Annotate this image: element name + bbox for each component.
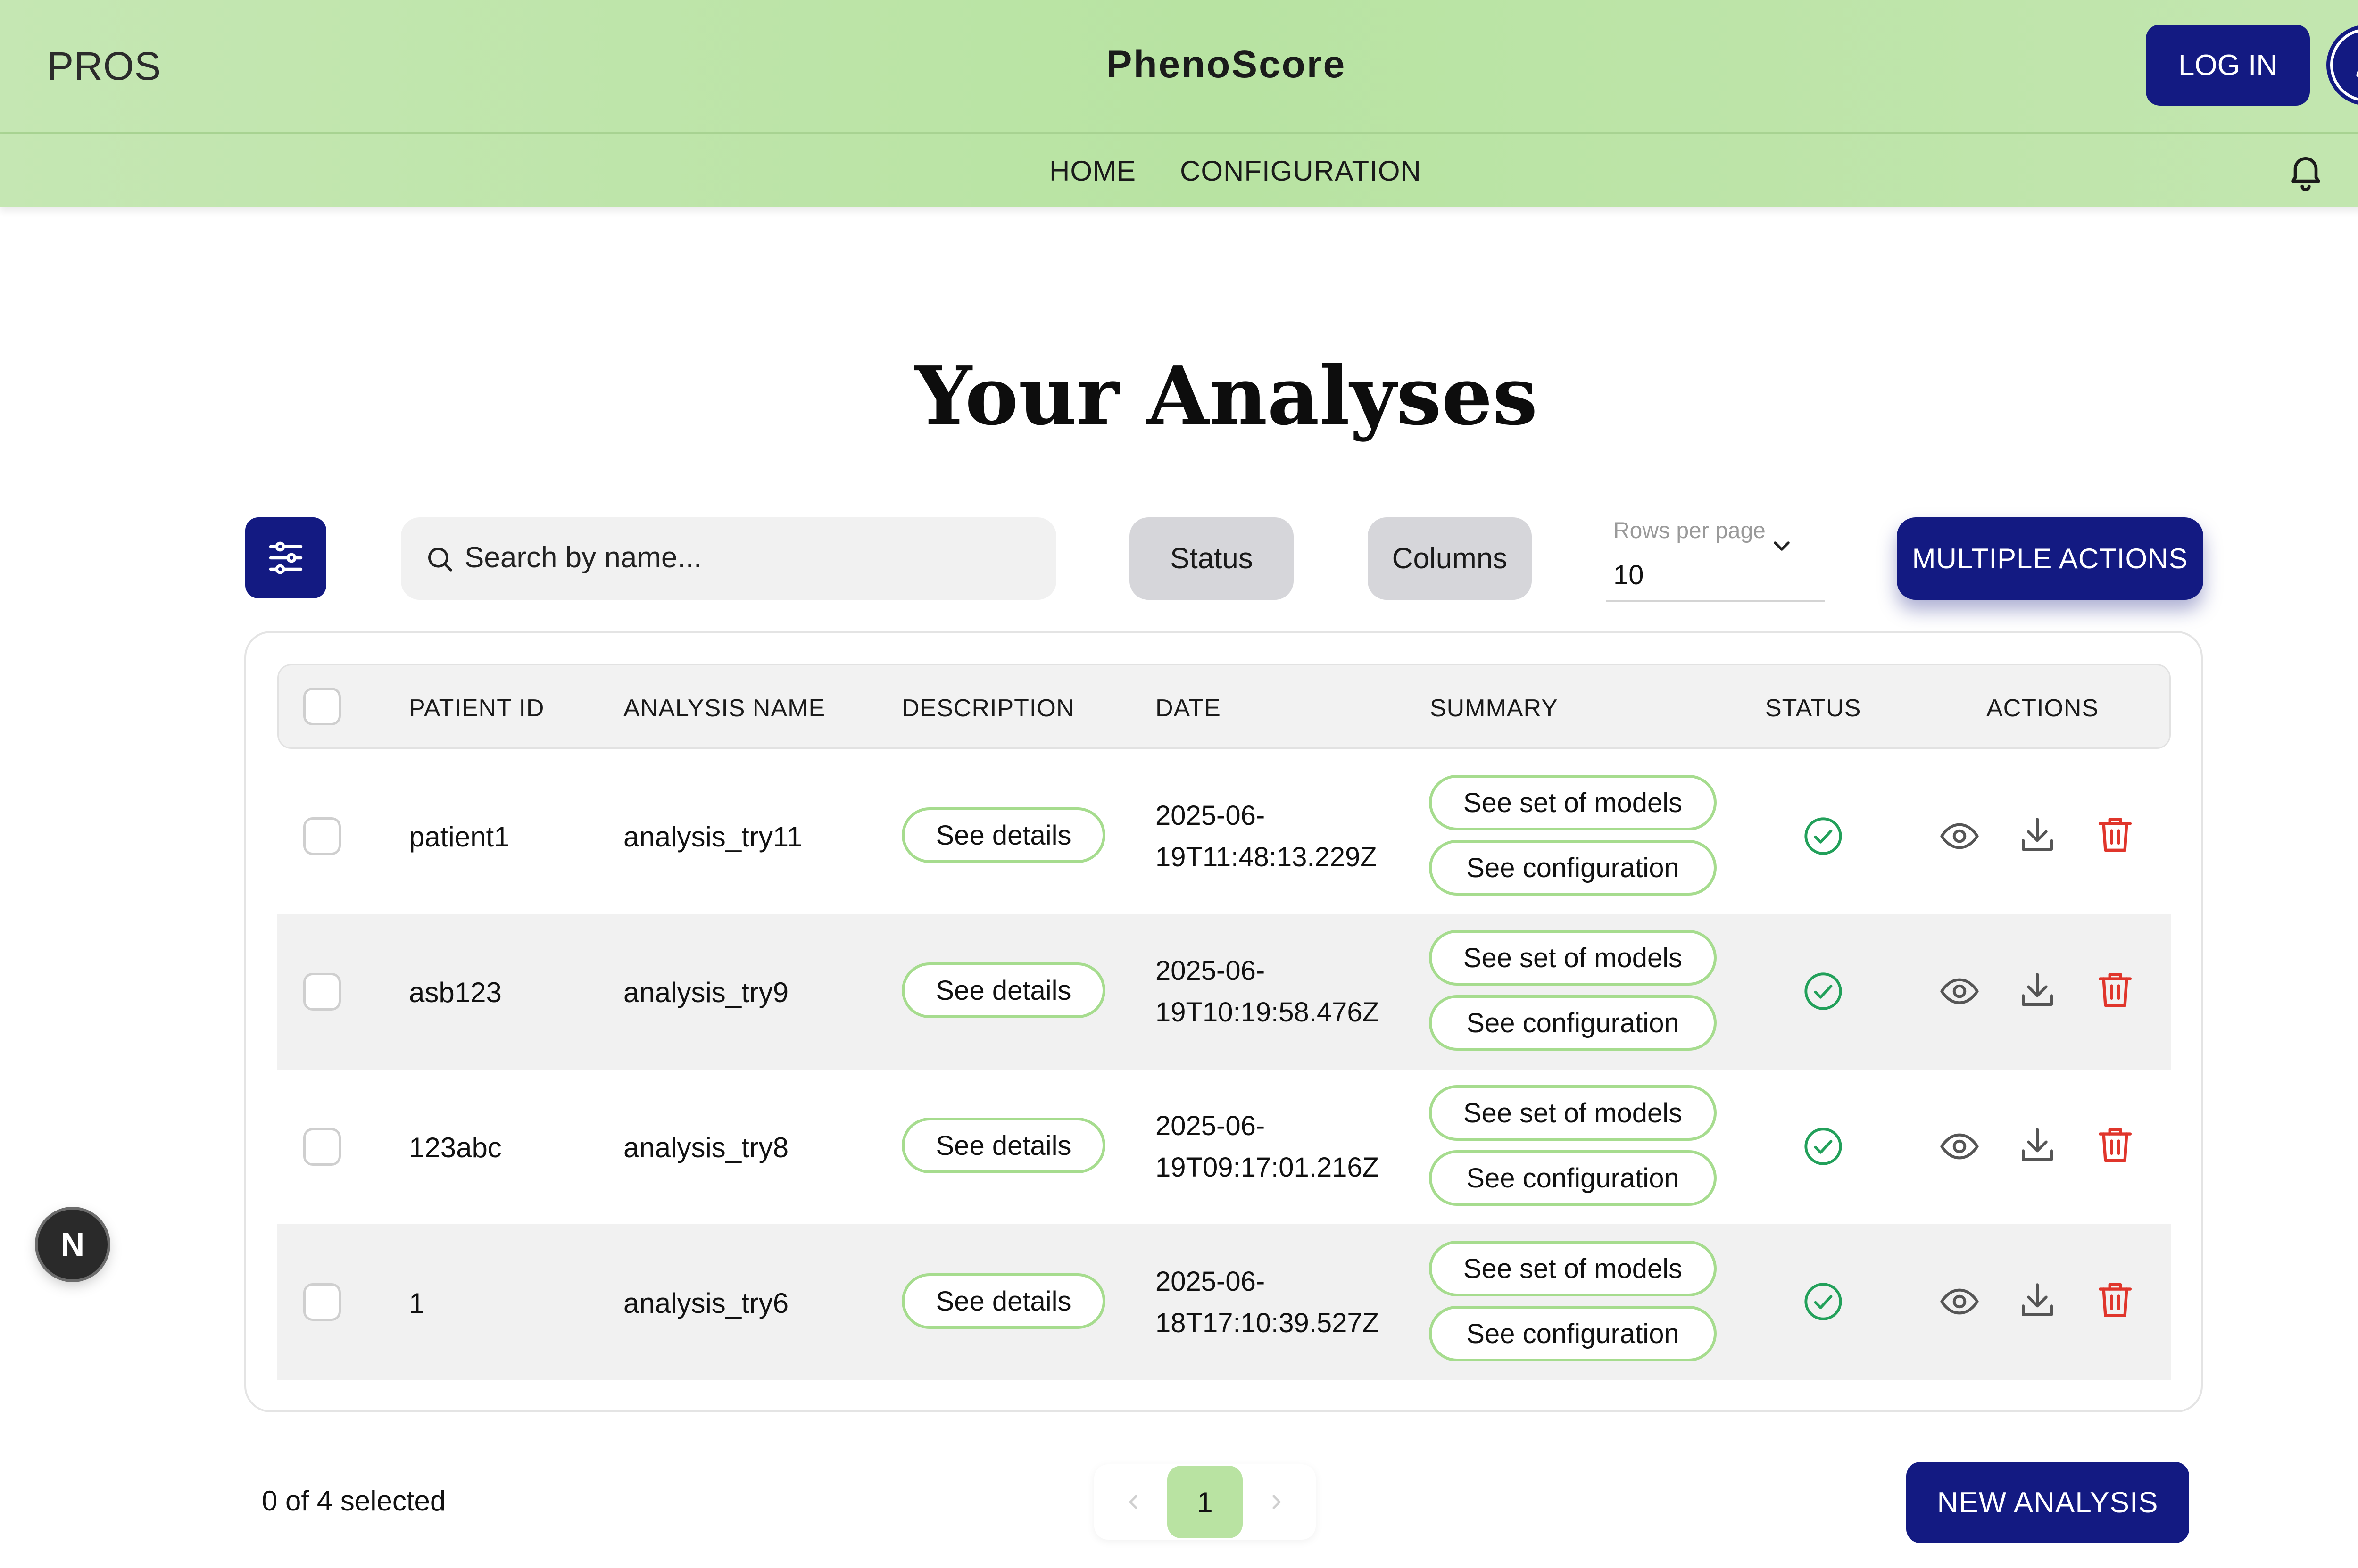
rows-per-page-select[interactable]: Rows per page 10 (1606, 514, 1825, 602)
see-set-of-models-button[interactable]: See set of models (1429, 930, 1717, 986)
dev-tools-badge[interactable]: N (38, 1210, 108, 1279)
new-analysis-button[interactable]: NEW ANALYSIS (1906, 1462, 2189, 1543)
rows-per-page-value: 10 (1613, 560, 1644, 590)
view-eye-icon[interactable] (1938, 970, 1981, 1012)
pagination: 1 (1094, 1464, 1316, 1540)
date-line-1: 2025-06- (1155, 955, 1265, 986)
delete-trash-icon[interactable] (2094, 1123, 2136, 1166)
chevron-left-icon[interactable] (1121, 1490, 1145, 1514)
delete-trash-icon[interactable] (2094, 813, 2136, 855)
row-checkbox[interactable] (303, 973, 341, 1011)
download-icon[interactable] (2016, 814, 2059, 856)
search-placeholder: Search by name... (465, 541, 702, 574)
download-icon[interactable] (2016, 1124, 2059, 1167)
see-details-button[interactable]: See details (902, 1273, 1105, 1329)
date-cell: 2025-06- 18T17:10:39.527Z (1155, 1261, 1379, 1344)
delete-trash-icon[interactable] (2094, 968, 2136, 1011)
status-check-icon (1804, 817, 1842, 855)
column-header-status[interactable]: STATUS (1765, 694, 1861, 722)
patient-id-cell: patient1 (409, 821, 510, 853)
patient-id-cell: 123abc (409, 1132, 502, 1163)
analysis-name-cell: analysis_try11 (623, 821, 803, 853)
brand-logo-text[interactable]: PROS (47, 43, 161, 89)
table-header (277, 664, 2171, 749)
view-eye-icon[interactable] (1938, 1280, 1981, 1323)
filter-button[interactable] (245, 517, 326, 598)
sliders-icon (269, 541, 303, 574)
download-icon[interactable] (2016, 1279, 2059, 1322)
date-cell: 2025-06- 19T09:17:01.216Z (1155, 1105, 1379, 1188)
column-header-analysis-name[interactable]: ANALYSIS NAME (623, 694, 825, 722)
see-details-button[interactable]: See details (902, 807, 1105, 863)
delete-trash-icon[interactable] (2094, 1278, 2136, 1321)
column-header-description[interactable]: DESCRIPTION (902, 694, 1074, 722)
select-all-checkbox[interactable] (303, 688, 341, 725)
column-header-summary[interactable]: SUMMARY (1430, 694, 1558, 722)
date-line-2: 19T11:48:13.229Z (1155, 842, 1377, 872)
analysis-name-cell: analysis_try8 (623, 1132, 789, 1163)
search-input[interactable]: Search by name... (401, 517, 1056, 600)
download-icon[interactable] (2016, 969, 2059, 1012)
patient-id-cell: 1 (409, 1287, 425, 1319)
search-icon (428, 548, 452, 572)
row-checkbox[interactable] (303, 1283, 341, 1321)
status-check-icon (1804, 1128, 1842, 1165)
patient-id-cell: asb123 (409, 977, 502, 1008)
status-check-icon (1804, 1283, 1842, 1320)
selection-count: 0 of 4 selected (262, 1485, 446, 1517)
column-header-patient-id[interactable]: PATIENT ID (409, 694, 544, 722)
chevron-down-icon (1774, 541, 1790, 551)
page-button-current[interactable]: 1 (1167, 1466, 1243, 1538)
view-eye-icon[interactable] (1938, 815, 1981, 857)
see-configuration-button[interactable]: See configuration (1429, 840, 1717, 896)
row-checkbox[interactable] (303, 1128, 341, 1166)
nav-configuration[interactable]: CONFIGURATION (1180, 155, 1421, 187)
analysis-name-cell: analysis_try6 (623, 1287, 789, 1319)
date-line-1: 2025-06- (1155, 1111, 1265, 1141)
date-line-2: 19T10:19:58.476Z (1155, 997, 1379, 1028)
date-line-2: 18T17:10:39.527Z (1155, 1308, 1379, 1338)
status-filter-button[interactable]: Status (1129, 517, 1294, 600)
rows-per-page-label: Rows per page (1613, 518, 1766, 543)
columns-button[interactable]: Columns (1368, 517, 1532, 600)
column-header-actions: ACTIONS (1986, 695, 2099, 722)
chevron-right-icon[interactable] (1265, 1490, 1288, 1514)
view-eye-icon[interactable] (1938, 1125, 1981, 1168)
status-check-icon (1804, 972, 1842, 1010)
see-details-button[interactable]: See details (902, 1118, 1105, 1173)
login-button[interactable]: LOG IN (2146, 25, 2310, 106)
app-title: PhenoScore (1106, 43, 1346, 86)
bell-icon[interactable] (2285, 150, 2326, 191)
page-title: Your Analyses (914, 349, 1538, 443)
date-line-2: 19T09:17:01.216Z (1155, 1152, 1379, 1183)
multiple-actions-button[interactable]: MULTIPLE ACTIONS (1897, 517, 2203, 600)
analysis-name-cell: analysis_try9 (623, 977, 789, 1008)
user-icon (2356, 70, 2358, 77)
date-cell: 2025-06- 19T11:48:13.229Z (1155, 795, 1377, 878)
date-cell: 2025-06- 19T10:19:58.476Z (1155, 950, 1379, 1033)
see-configuration-button[interactable]: See configuration (1429, 995, 1717, 1051)
column-header-date[interactable]: DATE (1155, 694, 1221, 722)
date-line-1: 2025-06- (1155, 800, 1265, 831)
see-details-button[interactable]: See details (902, 962, 1105, 1018)
nav-bar (0, 134, 2358, 207)
see-set-of-models-button[interactable]: See set of models (1429, 1241, 1717, 1296)
see-set-of-models-button[interactable]: See set of models (1429, 775, 1717, 830)
date-line-1: 2025-06- (1155, 1266, 1265, 1297)
see-configuration-button[interactable]: See configuration (1429, 1150, 1717, 1206)
row-checkbox[interactable] (303, 817, 341, 855)
see-set-of-models-button[interactable]: See set of models (1429, 1085, 1717, 1141)
see-configuration-button[interactable]: See configuration (1429, 1306, 1717, 1361)
nav-home[interactable]: HOME (1049, 155, 1136, 187)
